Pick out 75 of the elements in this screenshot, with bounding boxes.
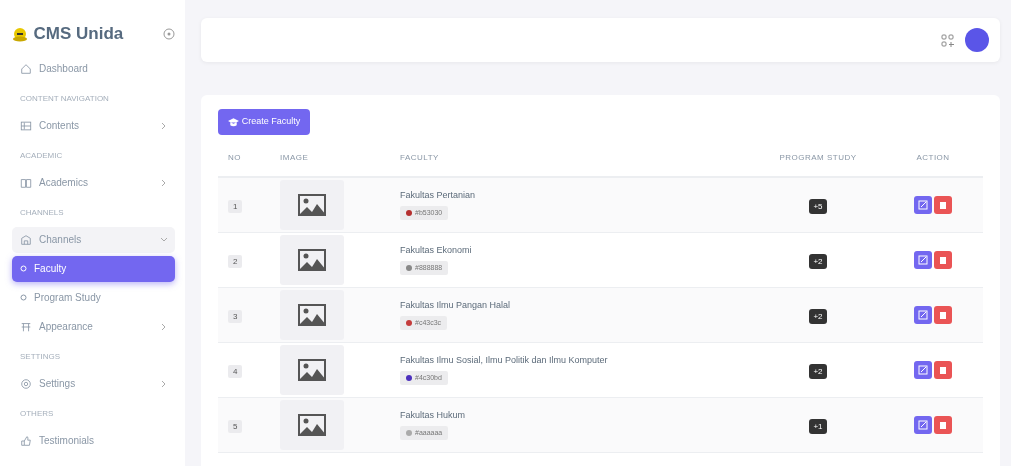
logo-icon [12,26,28,42]
trash-icon [938,365,949,375]
faculty-name: Fakultas Ilmu Pangan Halal [400,299,512,313]
delete-button[interactable] [934,306,953,324]
delete-button[interactable] [934,361,953,379]
edit-button[interactable] [913,416,932,434]
circle-toggle-icon [163,28,175,40]
sidebar-item[interactable]: Academics [12,169,175,196]
thumbs-up-icon [20,434,32,447]
row-number: 2 [228,254,243,268]
faculty-name: Fakultas Ilmu Sosial, Ilmu Politik dan Ilmu Komputer [400,354,609,368]
circle-icon [20,294,27,301]
section-heading: SETTINGS [19,350,61,363]
create-faculty-button[interactable]: Create Faculty [218,109,311,135]
image-icon [298,414,326,436]
column-header: PROGRAM STUDY [779,153,857,162]
sidebar-item[interactable]: Channels [12,226,175,253]
program-count-badge: +2 [809,308,827,324]
program-count-badge: +5 [809,198,827,214]
image-icon [298,304,326,326]
column-header: NO [228,153,241,162]
image-icon [298,249,326,271]
layout-icon [20,320,32,333]
trash-icon [938,420,949,430]
column-header: FACULTY [400,153,439,162]
program-count-badge: +2 [809,253,827,269]
row-number: 1 [228,199,243,213]
book-icon [20,176,32,189]
faculty-name: Fakultas Hukum [400,409,467,423]
circle-icon [20,265,27,272]
settings-icon [20,377,32,390]
row-number: 5 [228,419,243,433]
trash-icon [938,255,949,265]
program-count-badge: +2 [809,363,827,379]
section-heading: CONTENT NAVIGATION [19,92,110,105]
shortcuts-icon [941,33,954,47]
sidebar-item[interactable]: Testimonials [12,427,175,454]
sidebar-item[interactable]: Dashboard [12,55,175,82]
edit-button[interactable] [913,361,932,379]
home-icon [20,62,32,75]
program-count-badge: +1 [809,418,827,434]
row-number: 3 [228,309,243,323]
edit-icon [917,310,928,320]
trash-icon [938,200,949,210]
delete-button[interactable] [934,251,953,269]
section-heading: OTHERS [19,407,55,420]
faculty-name: Fakultas Pertanian [400,189,477,203]
grid-icon [20,119,32,132]
edit-icon [917,255,928,265]
edit-icon [917,365,928,375]
delete-button[interactable] [934,196,953,214]
column-header: IMAGE [280,153,309,162]
row-number: 4 [228,364,243,378]
brand-title: CMS Unida [33,23,124,46]
faculty-name: Fakultas Ekonomi [400,244,473,258]
section-heading: CHANNELS [19,206,65,219]
edit-button[interactable] [913,306,932,324]
edit-button[interactable] [913,196,932,214]
sidebar-item[interactable]: Program Study [12,284,175,311]
trash-icon [938,310,949,320]
sidebar-item[interactable]: Contents [12,112,175,139]
sidebar-item[interactable]: Faculty [12,255,175,282]
image-icon [298,359,326,381]
sidebar-item[interactable]: Appearance [12,313,175,340]
section-heading: ACADEMIC [19,149,64,162]
image-icon [298,194,326,216]
sidebar-item[interactable]: Settings [12,370,175,397]
edit-button[interactable] [913,251,932,269]
graduation-cap-icon [228,116,239,127]
building-icon [20,233,32,246]
edit-icon [917,200,928,210]
column-header: ACTION [916,153,950,162]
delete-button[interactable] [934,416,953,434]
edit-icon [917,420,928,430]
avatar [965,28,989,52]
